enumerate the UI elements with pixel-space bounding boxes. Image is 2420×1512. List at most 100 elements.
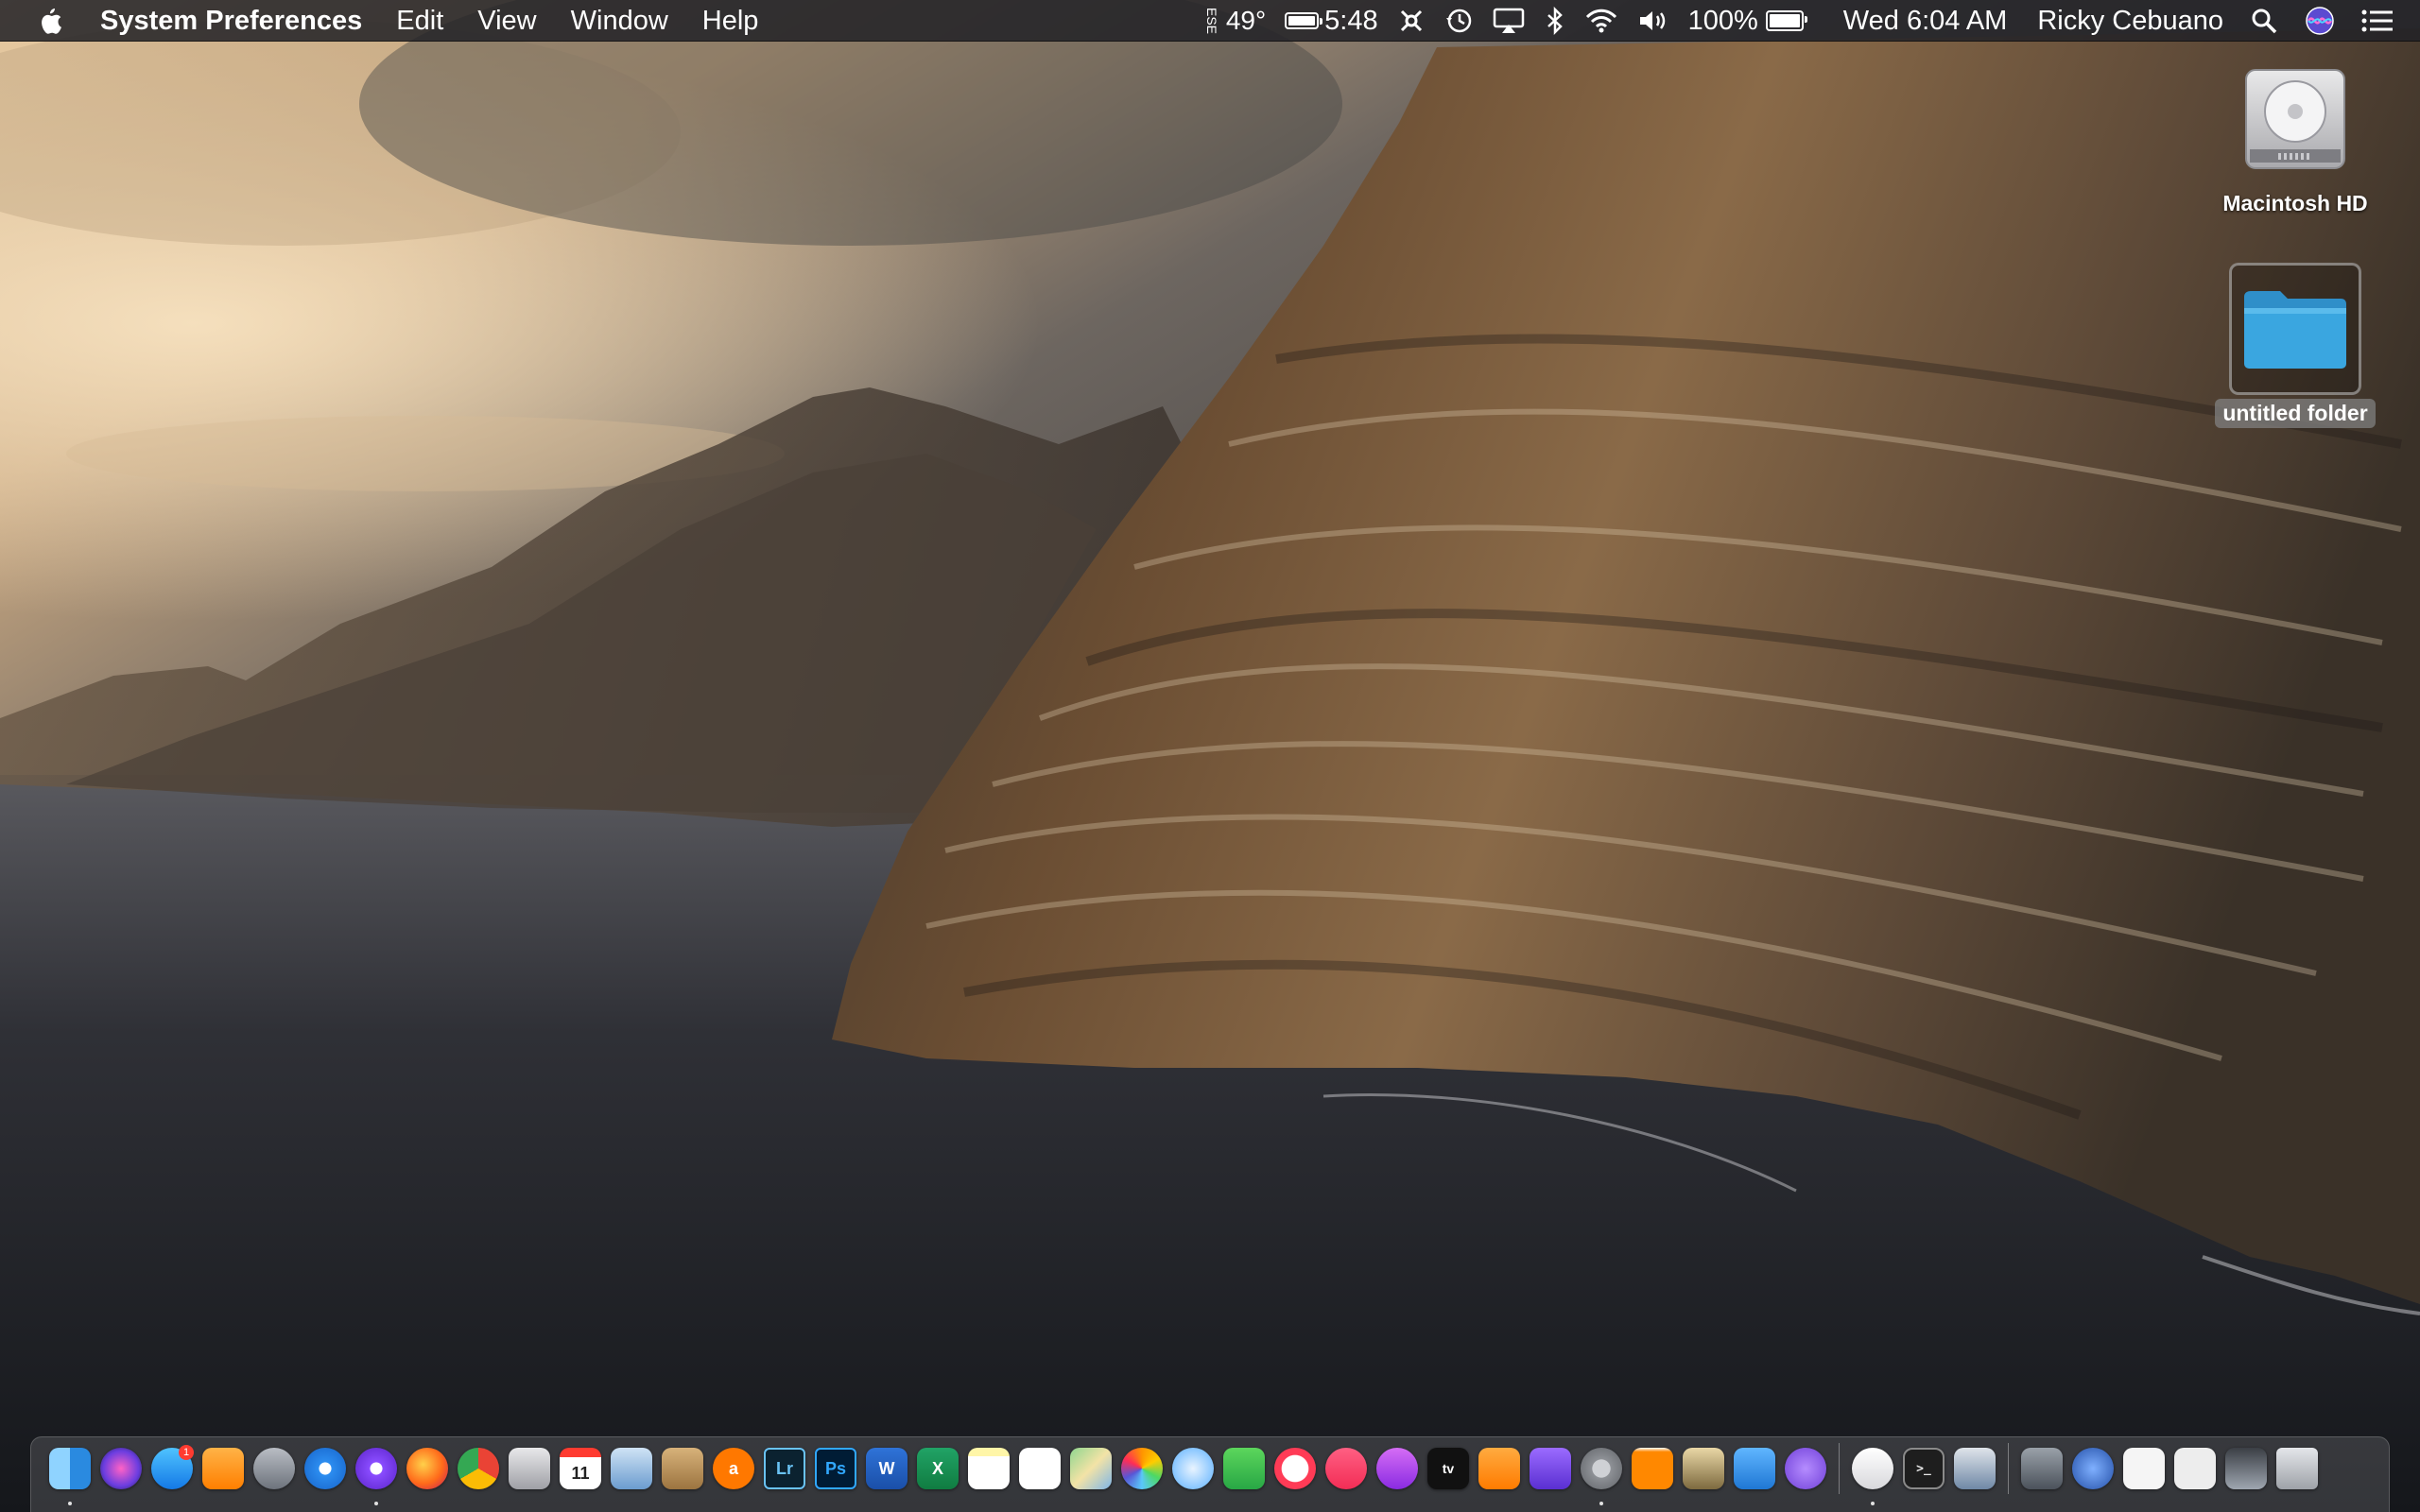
- dock-item-music[interactable]: [1321, 1443, 1372, 1494]
- dock-item-notes[interactable]: [963, 1443, 1014, 1494]
- siri-icon: [100, 1448, 142, 1489]
- dock-item-preview-2[interactable]: [1678, 1443, 1729, 1494]
- dock-item-system-preferences[interactable]: [1576, 1443, 1627, 1505]
- preview-icon: [611, 1448, 652, 1489]
- dock-item-messages[interactable]: [1167, 1443, 1219, 1494]
- dock-item-word[interactable]: W: [861, 1443, 912, 1494]
- battery-time-label: 5:48: [1324, 6, 1378, 36]
- user-name-menu[interactable]: Ricky Cebuano: [2037, 0, 2223, 42]
- book-icon: [1478, 1448, 1520, 1489]
- clock[interactable]: Wed 6:04 AM: [1843, 0, 2008, 42]
- dock-item-chrome[interactable]: [453, 1443, 504, 1494]
- dock-item-vlc[interactable]: [1627, 1443, 1678, 1494]
- dock-item-document-3[interactable]: [2221, 1443, 2272, 1494]
- volume-icon[interactable]: [1637, 7, 1669, 35]
- dock-item-excel[interactable]: X: [912, 1443, 963, 1494]
- desktop-icon-untitled-folder[interactable]: untitled folder: [2205, 263, 2385, 428]
- menu-help[interactable]: Help: [702, 0, 759, 42]
- dock-item-siri[interactable]: [95, 1443, 147, 1494]
- dock-item-home[interactable]: [198, 1443, 249, 1494]
- airplay-icon[interactable]: [1492, 7, 1526, 35]
- battery-status[interactable]: 100%: [1688, 0, 1809, 42]
- dock-item-downloads-stack[interactable]: [2016, 1443, 2067, 1494]
- bluetooth-icon[interactable]: [1545, 7, 1565, 35]
- wifi-icon: [1852, 1448, 1893, 1489]
- brush-tool-icon[interactable]: [1397, 7, 1426, 35]
- wifi-icon[interactable]: [1584, 7, 1618, 35]
- battery-time-status[interactable]: 5:48: [1285, 0, 1378, 42]
- home-icon: [202, 1448, 244, 1489]
- dock-item-documents-stack[interactable]: [2067, 1443, 2118, 1494]
- notes-icon: [968, 1448, 1010, 1489]
- tv-icon: tv: [1427, 1448, 1469, 1489]
- dock-item-firefox[interactable]: [402, 1443, 453, 1494]
- camera-icon: [509, 1448, 550, 1489]
- dock-item-avast[interactable]: a: [708, 1443, 759, 1494]
- time-machine-icon[interactable]: [1444, 7, 1473, 35]
- dock-item-feedback[interactable]: [1780, 1443, 1831, 1494]
- dock-item-calendar[interactable]: 11: [555, 1443, 606, 1494]
- siri-icon[interactable]: [2305, 6, 2335, 36]
- menu-window[interactable]: Window: [571, 0, 668, 42]
- dock-item-photoshop[interactable]: Ps: [810, 1443, 861, 1494]
- dock-item-wireless-diagnostics[interactable]: [1847, 1443, 1898, 1505]
- app-menu-system-preferences[interactable]: System Preferences: [100, 0, 362, 42]
- battery-icon: [1285, 12, 1323, 29]
- dock-item-books[interactable]: [1474, 1443, 1525, 1494]
- dock-item-photos[interactable]: [1116, 1443, 1167, 1494]
- notebook-icon: [662, 1448, 703, 1489]
- reminders-icon: [1019, 1448, 1061, 1489]
- dock-item-terminal[interactable]: >_: [1898, 1443, 1949, 1494]
- map-icon: [1070, 1448, 1112, 1489]
- dock-item-screenshot-stack[interactable]: [1949, 1443, 2000, 1494]
- dock-item-imovie[interactable]: [1525, 1443, 1576, 1494]
- dock-item-safari-preview[interactable]: [351, 1443, 402, 1505]
- apple-menu-icon[interactable]: [38, 7, 62, 35]
- screenshot-file-icon: [2225, 1448, 2267, 1489]
- menu-view[interactable]: View: [477, 0, 536, 42]
- dock-item-preview[interactable]: [606, 1443, 657, 1494]
- dock-item-reminders[interactable]: [1014, 1443, 1065, 1494]
- desktop-icon-label: untitled folder: [2215, 399, 2376, 428]
- dock-item-podcasts[interactable]: [1372, 1443, 1423, 1494]
- dock-item-trash[interactable]: [2272, 1443, 2323, 1494]
- exclamation-bubble-icon: [1785, 1448, 1826, 1489]
- menu-edit[interactable]: Edit: [396, 0, 443, 42]
- gear-icon: [1581, 1448, 1622, 1489]
- hard-drive-icon: [2229, 53, 2361, 185]
- dock-item-launchpad[interactable]: [249, 1443, 300, 1494]
- dock-item-document-1[interactable]: [2118, 1443, 2169, 1494]
- document-wide-icon: [2174, 1448, 2216, 1489]
- podcast-icon: [1376, 1448, 1418, 1489]
- dock-item-safari[interactable]: [300, 1443, 351, 1494]
- dock-icon-text: a: [728, 1458, 738, 1478]
- dock-item-lightroom[interactable]: Lr: [759, 1443, 810, 1494]
- desktop-icon-macintosh-hd[interactable]: Macintosh HD: [2205, 53, 2385, 218]
- dock-item-facetime[interactable]: [1219, 1443, 1270, 1494]
- dock-item-app-store[interactable]: 1: [147, 1443, 198, 1494]
- dock-icon-text: Lr: [776, 1458, 793, 1478]
- spotlight-search-icon[interactable]: [2250, 7, 2278, 35]
- dock-icon-text: X: [931, 1458, 943, 1478]
- notification-center-icon[interactable]: [2361, 9, 2394, 33]
- temperature-label: 49°: [1225, 6, 1267, 35]
- weather-status[interactable]: ESE 49°: [1204, 0, 1267, 42]
- dock-item-news[interactable]: [1270, 1443, 1321, 1494]
- battery-level-fill: [1288, 16, 1316, 26]
- trash-icon: [2276, 1448, 2318, 1489]
- dock-icon-text: >_: [1916, 1461, 1931, 1476]
- music-note-icon: [1325, 1448, 1367, 1489]
- photos-icon: [1121, 1448, 1163, 1489]
- dock-icon-text: Ps: [824, 1458, 847, 1478]
- chrome-icon: [458, 1448, 499, 1489]
- dock-item-xcode[interactable]: [1729, 1443, 1780, 1494]
- dock-divider: [2008, 1443, 2009, 1494]
- compass-icon: [304, 1448, 346, 1489]
- dock-item-maps[interactable]: [1065, 1443, 1116, 1494]
- dock-item-document-2[interactable]: [2169, 1443, 2221, 1494]
- word-icon: W: [866, 1448, 908, 1489]
- dock-item-finder[interactable]: [44, 1443, 95, 1505]
- dock-item-image-capture[interactable]: [504, 1443, 555, 1494]
- dock-item-notefile[interactable]: [657, 1443, 708, 1494]
- dock-item-apple-tv[interactable]: tv: [1423, 1443, 1474, 1494]
